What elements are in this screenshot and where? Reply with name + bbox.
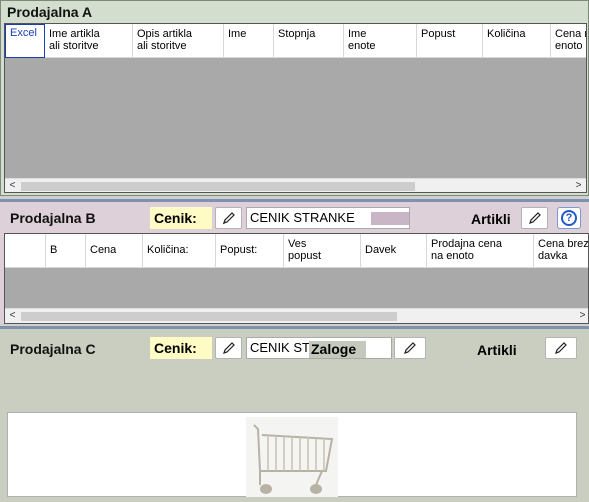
- help-icon: ?: [561, 210, 577, 226]
- grid-a[interactable]: Excel Ime artikla ali storitve Opis arti…: [4, 23, 587, 193]
- column-header-blank[interactable]: [5, 234, 46, 268]
- pencil-icon: [222, 342, 235, 354]
- scroll-right-arrow-icon[interactable]: >: [575, 309, 588, 323]
- column-header-opis-artikla[interactable]: Opis artikla ali storitve: [133, 24, 224, 58]
- scroll-thumb-a[interactable]: [21, 182, 415, 191]
- cenik-value-text-c: CENIK ST: [250, 340, 310, 355]
- cenik-edit-button-c[interactable]: [215, 337, 242, 359]
- column-header-prodajna-cena[interactable]: Prodajna cena na enoto: [427, 234, 534, 268]
- help-button[interactable]: ?: [557, 207, 581, 229]
- zaloge-edit-button[interactable]: [394, 337, 426, 359]
- cenik-label-b: Cenik:: [150, 207, 212, 229]
- column-header-davek[interactable]: Davek: [361, 234, 427, 268]
- cenik-selection-highlight: [371, 212, 409, 225]
- scroll-thumb-b[interactable]: [21, 312, 397, 321]
- panel-prodajalna-a: Prodajalna A Excel Ime artikla ali stori…: [0, 0, 589, 196]
- panel-c-title: Prodajalna C: [10, 341, 96, 357]
- artikli-edit-button-c[interactable]: [545, 337, 577, 359]
- panel-a-title: Prodajalna A: [7, 4, 93, 20]
- cenik-value-text-b: CENIK STRANKE: [250, 210, 355, 225]
- pencil-icon: [528, 212, 541, 224]
- column-header-b[interactable]: B: [46, 234, 86, 268]
- column-header-ime[interactable]: Ime: [224, 24, 274, 58]
- artikli-label-b: Artikli: [471, 211, 511, 227]
- pencil-icon: [555, 342, 567, 354]
- panel-prodajalna-c: Prodajalna C Cenik: CENIK ST Zaloge Arti…: [0, 326, 589, 502]
- column-header-ves-popust[interactable]: Ves popust: [284, 234, 361, 268]
- cart-area[interactable]: [7, 412, 577, 497]
- scroll-left-arrow-icon[interactable]: <: [5, 179, 20, 192]
- column-header-cena-na-enoto[interactable]: Cena na enoto: [551, 24, 586, 58]
- column-header-popust[interactable]: Popust: [417, 24, 483, 58]
- pencil-icon: [222, 212, 235, 225]
- artikli-edit-button-b[interactable]: [521, 207, 548, 229]
- column-header-kolicina-b[interactable]: Količina:: [143, 234, 216, 268]
- panel-b-title: Prodajalna B: [10, 210, 96, 226]
- column-header-excel[interactable]: Excel: [5, 24, 45, 58]
- zaloge-label[interactable]: Zaloge: [309, 341, 366, 358]
- cenik-edit-button-b[interactable]: [215, 207, 242, 229]
- pencil-icon: [404, 342, 416, 354]
- shopping-cart-icon: [246, 417, 338, 497]
- column-header-stopnja[interactable]: Stopnja: [274, 24, 344, 58]
- cenik-label-c: Cenik:: [150, 337, 212, 359]
- horizontal-scrollbar-a[interactable]: < >: [5, 178, 586, 192]
- column-header-ime-artikla[interactable]: Ime artikla ali storitve: [45, 24, 133, 58]
- grid-b[interactable]: B Cena Količina: Popust: Ves popust Dave…: [4, 233, 589, 324]
- column-header-ime-enote[interactable]: Ime enote: [344, 24, 417, 58]
- scroll-right-arrow-icon[interactable]: >: [571, 179, 586, 192]
- cenik-value-b[interactable]: CENIK STRANKE: [246, 207, 410, 229]
- scroll-left-arrow-icon[interactable]: <: [5, 309, 20, 323]
- column-header-cena[interactable]: Cena: [86, 234, 143, 268]
- column-header-cena-brez-davka[interactable]: Cena brez davka: [534, 234, 588, 268]
- horizontal-scrollbar-b[interactable]: < >: [5, 308, 588, 323]
- artikli-label-c: Artikli: [477, 342, 517, 358]
- column-header-popust-b[interactable]: Popust:: [216, 234, 284, 268]
- panel-prodajalna-b: Prodajalna B Cenik: CENIK STRANKE Artikl…: [0, 199, 589, 324]
- column-header-kolicina[interactable]: Količina: [483, 24, 551, 58]
